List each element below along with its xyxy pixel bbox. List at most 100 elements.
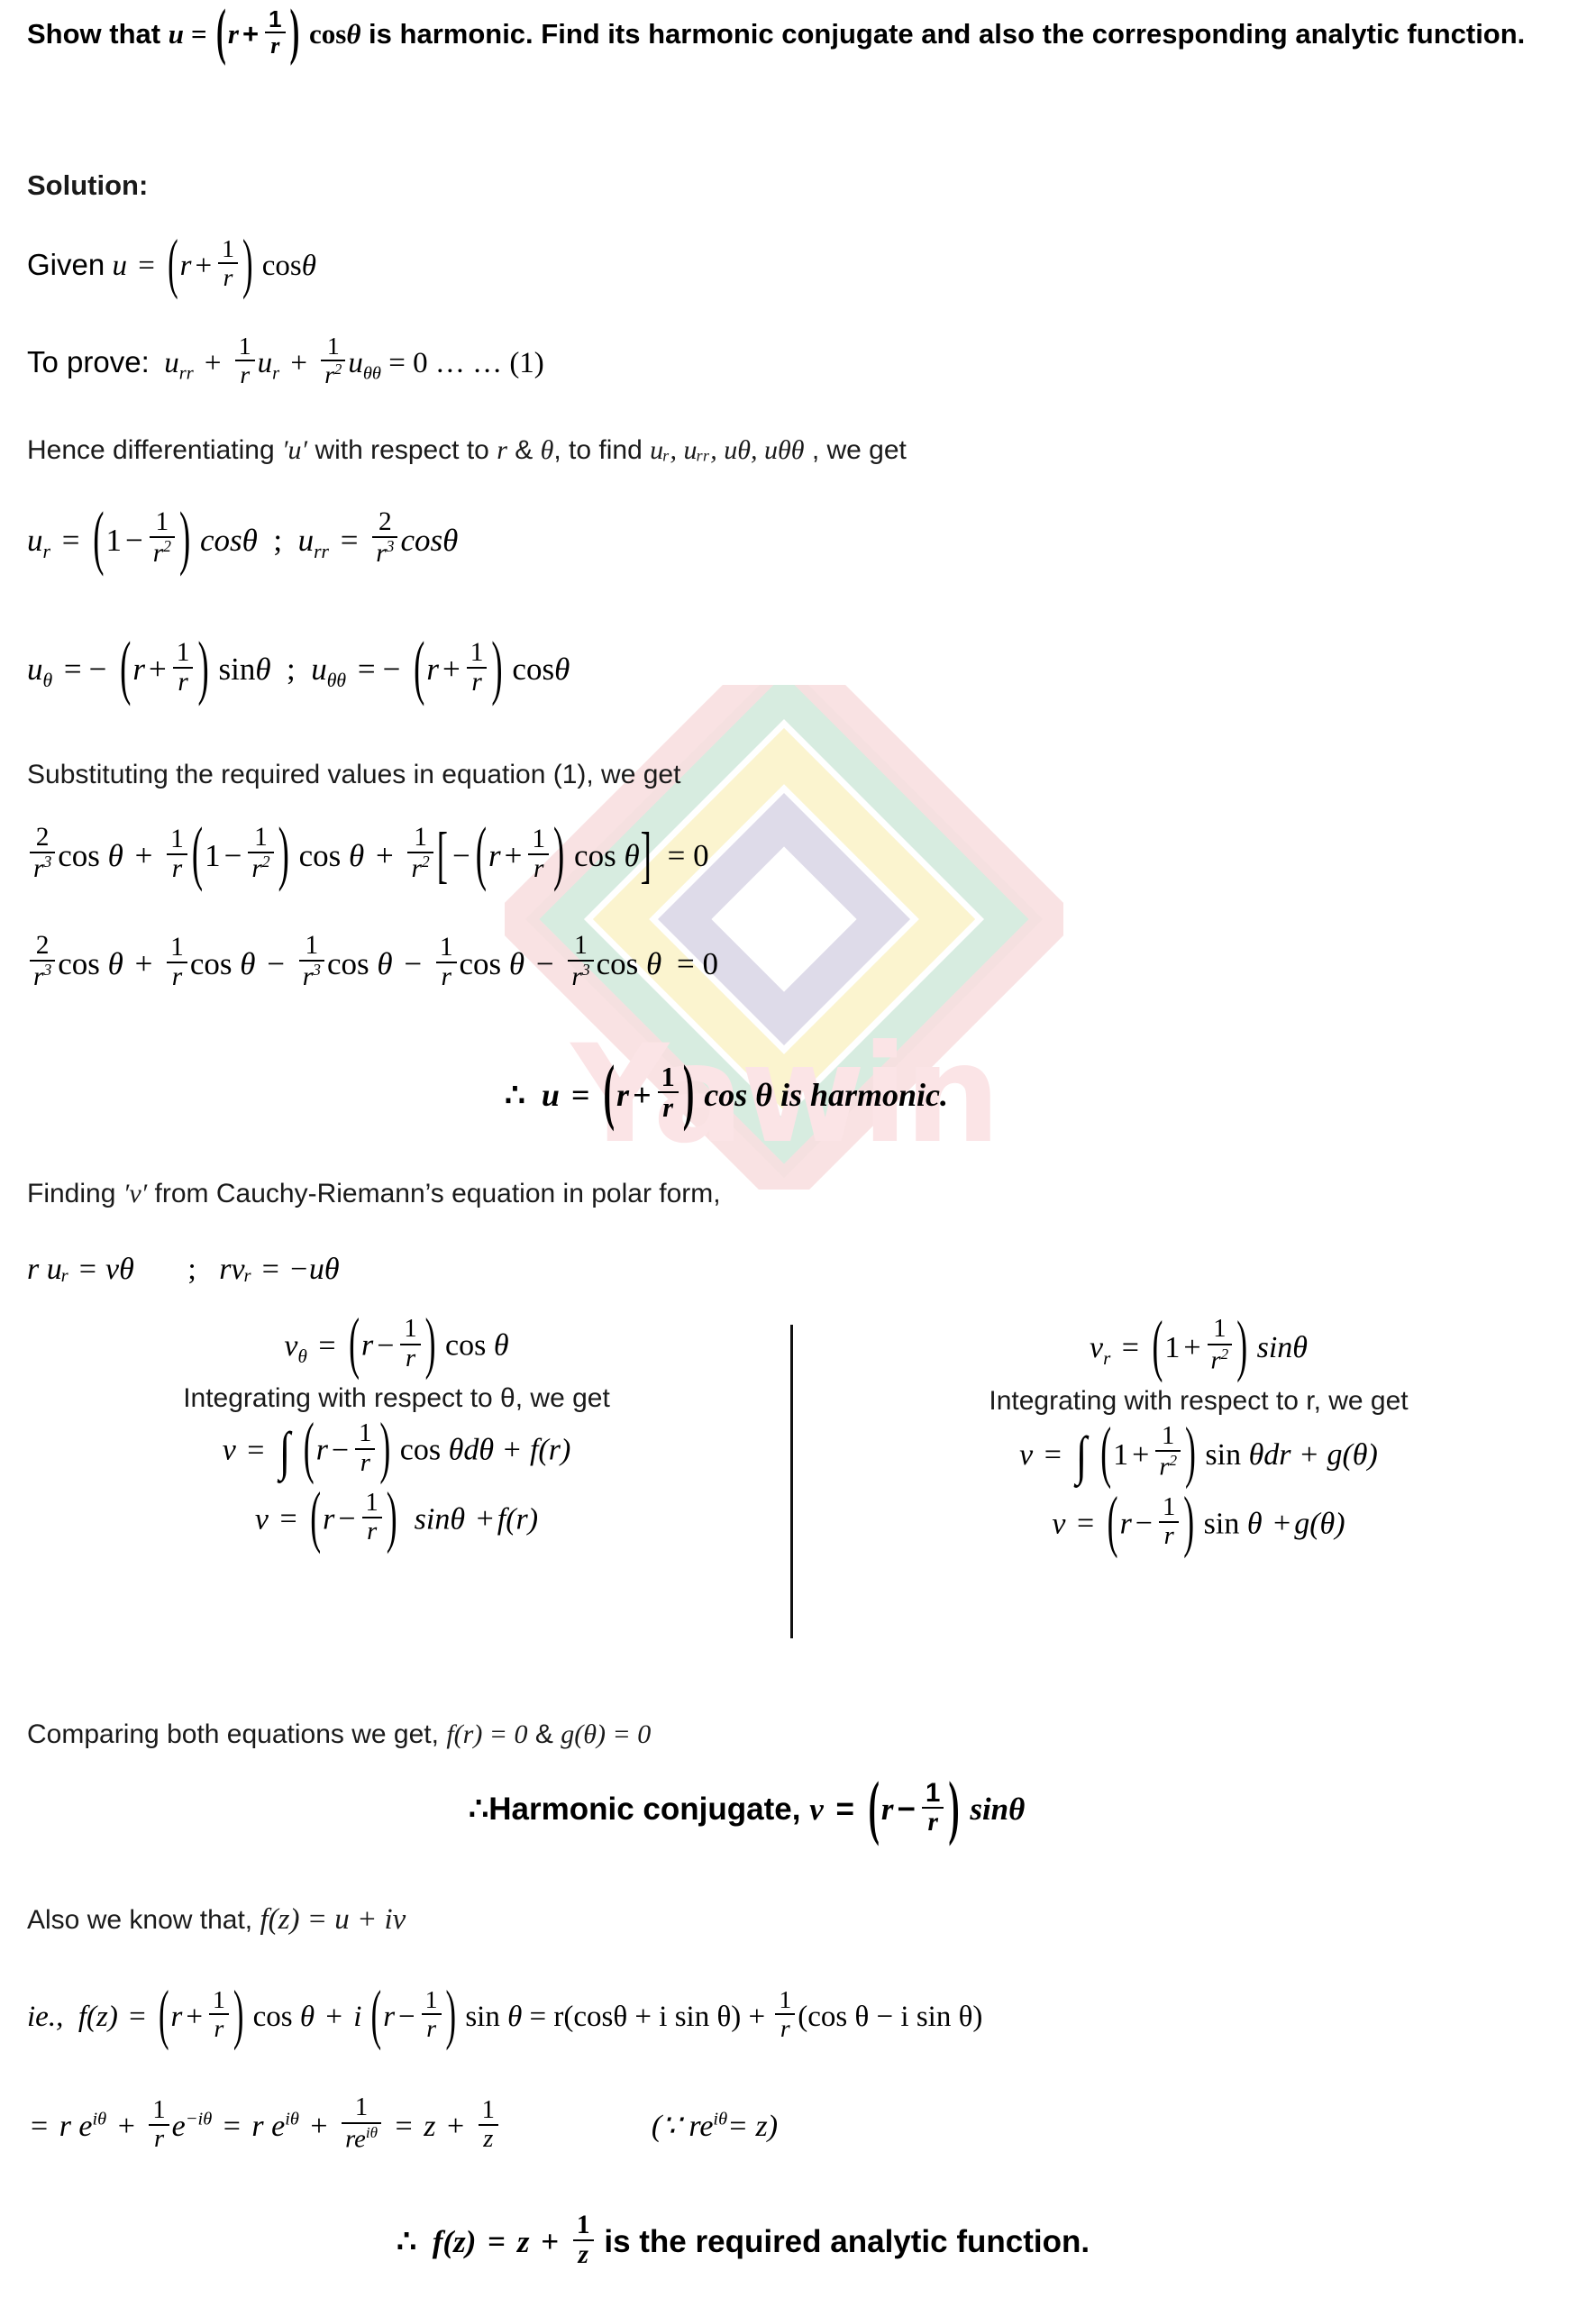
minus-sign: −	[124, 522, 143, 558]
equals-sign: =	[138, 250, 155, 283]
fraction-one-over-r: 1r	[435, 934, 457, 991]
integral-icon: ∫	[279, 1421, 291, 1482]
cos-label: cos	[298, 837, 342, 873]
fraction-one-over-r: 1r	[421, 1987, 442, 2040]
theta-symbol: θ	[107, 945, 123, 981]
theta-symbol: θ	[624, 837, 640, 873]
theta-symbol: θ	[554, 652, 570, 688]
var-r: r	[170, 2001, 183, 2034]
question-line1-tail: is harmonic. Find its harmonic conjugate…	[369, 18, 1288, 50]
hence-differentiating-line: Hence differentiating ′u′ with respect t…	[27, 433, 907, 470]
to-prove-rhs: = 0 … … (1)	[388, 347, 544, 380]
fraction-one-over-r: 1r	[265, 7, 286, 58]
exp-i-theta: eiθ	[78, 2109, 107, 2144]
cos-label: cos	[189, 945, 233, 981]
paren-open: (	[93, 497, 105, 578]
v-symbol: v	[809, 1792, 824, 1828]
fraction-one-over-r: 1r	[167, 825, 187, 883]
theta-symbol: θ	[240, 945, 256, 981]
equals-sign: =	[1044, 1437, 1062, 1472]
fraction-one-over-r: 1r	[528, 825, 550, 883]
paren-open: (	[120, 626, 132, 707]
equals-sign: =	[488, 2224, 506, 2260]
finding-v-line: Finding ′v′ from Cauchy-Riemann’s equati…	[27, 1176, 721, 1213]
equals-zero: = 0	[667, 837, 709, 873]
paren-open: (	[158, 1977, 169, 2052]
semicolon-separator: ;	[273, 522, 283, 558]
paren-close: )	[197, 626, 209, 707]
equals-sign: =	[1076, 1507, 1095, 1541]
paren-open: (	[349, 1303, 360, 1381]
semicolon-separator: ;	[287, 652, 296, 688]
theta-symbol: θ	[646, 945, 662, 981]
substitution-equation-2: 2 r3 cos θ + 1 r cos θ − 1 r3 cos θ − 1 r cos θ …	[27, 932, 718, 991]
finding-b: from Cauchy-Riemann’s equation in polar …	[154, 1179, 721, 1208]
g-of-theta: g(θ)	[1294, 1507, 1345, 1541]
harmonic-conjugate-result: ∴Harmonic conjugate, v = (r −1 r) sinθ	[469, 1766, 1550, 1846]
theta-symbol: θ	[301, 250, 316, 283]
var-r: r	[323, 1502, 335, 1536]
harmonic-conjugate-label: Harmonic conjugate,	[488, 1792, 801, 1828]
fraction-one-over-r: 1r	[149, 2097, 169, 2153]
theta-symbol: θ	[349, 837, 365, 873]
plus-sign: +	[186, 2001, 203, 2034]
cos-label: cos	[58, 837, 100, 873]
plus-sign: +	[476, 1502, 494, 1536]
var-r: r	[880, 1792, 894, 1828]
plus-sign: +	[117, 2110, 135, 2144]
harmonic-tail: is harmonic.	[780, 1076, 949, 1113]
v-symbol: v	[1019, 1437, 1034, 1472]
paren-close: )	[1183, 1482, 1195, 1560]
cos-label: cos	[574, 837, 616, 873]
fraction-one-over-r-squared: 1 r2	[248, 824, 274, 883]
u-r-lhs: ur	[27, 522, 50, 562]
theta-symbol: θ	[346, 18, 361, 50]
u-rr-lhs: urr	[297, 522, 329, 562]
var-r: r	[488, 837, 501, 873]
fz-expansion-equation: ie., f(z) = (r +1 r) cos θ + i (r −1 r) sin …	[27, 1978, 983, 2052]
paren-close: )	[278, 812, 289, 893]
plus-sign: +	[504, 837, 523, 873]
var-r: r	[227, 18, 239, 50]
cos-label: cos	[704, 1076, 748, 1113]
var-r: r	[315, 1433, 328, 1467]
v-integral-r-equation: v = ∫ (1 +1 r2) sin θdr + g(θ)	[811, 1413, 1586, 1490]
sin-theta-italic: sinθ	[970, 1792, 1026, 1828]
fraction-two-over-r-cubed: 2 r3	[30, 824, 56, 883]
two-column-derivation: vθ = (r −1 r) cos θ Integrating with respe…	[0, 1304, 1596, 1654]
euler-form-line: = r eiθ + 1 r e−iθ = r eiθ + 1 reiθ = z + 1…	[27, 2094, 778, 2153]
fraction-one-over-z: 1z	[478, 2097, 498, 2153]
plus-sign: +	[204, 347, 222, 380]
v-symbol: v	[222, 1433, 236, 1467]
derivative-list: uᵣ, uᵣᵣ, uθ, uθθ	[650, 435, 805, 465]
u-symbol: u	[541, 1076, 560, 1113]
d-r: dr	[1263, 1437, 1291, 1472]
theta-symbol: θ	[1248, 1437, 1264, 1472]
var-r: r	[132, 652, 146, 688]
therefore-symbol: ∴	[469, 1792, 489, 1828]
solution-heading: Solution:	[27, 169, 149, 201]
finding-a: Finding	[27, 1179, 116, 1208]
also-we-know-line: Also we know that, f(z) = u + iv	[27, 1900, 406, 1940]
paren-close: )	[379, 1408, 391, 1486]
substituting-line: Substituting the required values in equa…	[27, 760, 681, 789]
paren-close: )	[386, 1477, 397, 1555]
fz-expansion-tail: (cos θ − i sin θ)	[798, 2001, 983, 2034]
plus-sign: +	[442, 652, 461, 688]
fraction-one-over-r: 1r	[775, 1987, 796, 2040]
harmonic-conclusion: ∴ u = (r +1 r) cos θ is harmonic.	[505, 1053, 1568, 1132]
paren-open: (	[475, 812, 487, 893]
one-literal: 1	[105, 522, 122, 558]
fraction-one-over-r: 1r	[234, 333, 255, 387]
fraction-one-over-z: 1z	[572, 2211, 594, 2269]
plus-sign: +	[633, 1076, 652, 1113]
u-theta-theta-lhs: uθθ	[311, 652, 347, 692]
minus-sign: −	[338, 1502, 356, 1536]
question-line2: analytic function.	[1295, 18, 1526, 50]
fraction-one-over-r-squared: 1 r2	[1207, 1316, 1233, 1374]
paren-open: (	[1100, 1412, 1112, 1491]
cos-label: cos	[252, 2001, 293, 2034]
plus-sign: +	[446, 2110, 465, 2144]
fraction-one-over-r-squared: 1 r2	[321, 333, 346, 388]
theta-symbol: θ	[493, 1328, 509, 1363]
